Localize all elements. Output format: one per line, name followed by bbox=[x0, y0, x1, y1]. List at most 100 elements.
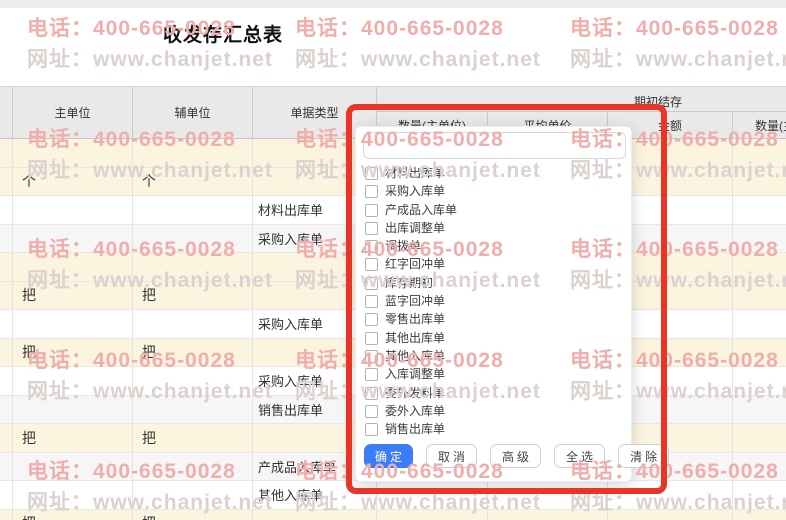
option-checkbox-icon[interactable] bbox=[365, 349, 378, 363]
doc-type-option[interactable]: 其他入库单 bbox=[365, 349, 457, 363]
doc-type-cell: 其他入库单 bbox=[253, 481, 377, 509]
option-checkbox-icon[interactable] bbox=[365, 313, 378, 327]
amount-cell bbox=[608, 509, 733, 520]
option-checkbox-icon[interactable] bbox=[365, 276, 378, 290]
row-spacer-cell bbox=[0, 253, 13, 281]
qty-aux-cell bbox=[733, 225, 786, 253]
aux-unit-cell bbox=[133, 253, 253, 281]
select-all-button[interactable]: 全选 bbox=[554, 444, 606, 468]
doc-type-option[interactable]: 产成品入库单 bbox=[365, 202, 458, 217]
main-unit-cell bbox=[13, 196, 133, 224]
qty-aux-cell bbox=[733, 367, 786, 395]
qty-aux-cell bbox=[733, 168, 786, 196]
option-checkbox-icon[interactable] bbox=[365, 258, 378, 272]
aux-unit-cell: 把 bbox=[133, 509, 253, 520]
ok-button[interactable]: 确定 bbox=[364, 444, 414, 468]
option-checkbox-icon[interactable] bbox=[365, 368, 378, 382]
qty-aux-cell bbox=[733, 196, 786, 224]
option-checkbox-icon[interactable] bbox=[365, 203, 378, 217]
qty-aux-cell bbox=[733, 453, 786, 481]
filter-search-input[interactable] bbox=[363, 132, 626, 159]
option-label: 材料出库单 bbox=[385, 166, 446, 180]
page-title: 收发存汇总表 bbox=[163, 25, 284, 46]
qty-aux-cell bbox=[733, 253, 786, 281]
doc-type-option[interactable]: 委外发料单 bbox=[365, 385, 457, 400]
main-unit-cell bbox=[13, 481, 133, 509]
qty-aux-cell bbox=[733, 396, 786, 424]
doc-type-option[interactable]: 采购入库单 bbox=[365, 185, 457, 199]
row-spacer-cell bbox=[0, 196, 13, 224]
header-opening-balance-label: 期初结存 bbox=[634, 95, 683, 109]
qty-aux-cell bbox=[733, 339, 786, 367]
header-spacer-cell bbox=[0, 87, 13, 138]
avg-price-cell bbox=[488, 509, 608, 520]
table-row[interactable]: 把 把 bbox=[0, 509, 786, 520]
main-unit-cell: 个 bbox=[13, 167, 133, 195]
doc-type-option[interactable]: 其他出库单 bbox=[365, 330, 457, 345]
aux-unit-cell: 把 bbox=[133, 338, 253, 366]
aux-unit-cell: 把 bbox=[133, 281, 253, 309]
main-unit-cell bbox=[13, 452, 133, 480]
option-label: 委外发料单 bbox=[385, 385, 446, 400]
option-checkbox-icon[interactable] bbox=[365, 423, 378, 437]
doc-type-option[interactable]: 调拨单 bbox=[365, 239, 457, 254]
doc-type-option[interactable]: 材料出库单 bbox=[365, 167, 457, 180]
qty-aux-cell bbox=[733, 510, 786, 520]
doc-type-option[interactable]: 出库调整单 bbox=[365, 221, 457, 235]
main-unit-cell bbox=[13, 367, 133, 395]
qty-aux-cell bbox=[733, 139, 786, 167]
option-label: 其他出库单 bbox=[385, 330, 446, 345]
header-aux-unit: 辅单位 bbox=[133, 87, 253, 138]
doc-type-option[interactable]: 委外入库单 bbox=[365, 403, 457, 418]
main-unit-cell: 把 bbox=[13, 424, 133, 452]
option-label: 委外入库单 bbox=[385, 403, 446, 418]
doc-type-option[interactable]: 库存期初 bbox=[365, 276, 457, 290]
aux-unit-cell bbox=[133, 310, 253, 338]
advanced-button[interactable]: 高级 bbox=[490, 444, 542, 468]
doc-type-option[interactable]: 蓝字回冲单 bbox=[365, 295, 457, 309]
dialog-button-row: 确定 取消 高级 全选 清除 bbox=[364, 444, 670, 468]
row-spacer-cell bbox=[0, 167, 13, 195]
option-label: 红字回冲单 bbox=[385, 257, 446, 272]
table-row[interactable]: 其他入库单 bbox=[0, 481, 786, 510]
clear-button[interactable]: 清除 bbox=[618, 444, 670, 468]
option-label: 产成品入库单 bbox=[385, 202, 458, 217]
qty-aux-cell bbox=[733, 282, 786, 310]
option-checkbox-icon[interactable] bbox=[365, 221, 378, 235]
option-checkbox-icon[interactable] bbox=[365, 185, 378, 199]
watermark-phone: 电话：400-665-0028 bbox=[295, 17, 504, 40]
aux-unit-cell bbox=[133, 224, 253, 252]
row-spacer-cell bbox=[0, 509, 13, 520]
main-unit-cell bbox=[13, 395, 133, 423]
row-spacer-cell bbox=[0, 338, 13, 366]
cancel-button[interactable]: 取消 bbox=[426, 444, 478, 468]
option-checkbox-icon[interactable] bbox=[365, 331, 378, 345]
qty-main-cell bbox=[377, 509, 488, 520]
option-label: 零售出库单 bbox=[385, 312, 446, 327]
row-spacer-cell bbox=[0, 481, 13, 509]
qty-aux-cell bbox=[733, 310, 786, 338]
doc-type-option[interactable]: 销售出库单 bbox=[365, 423, 457, 437]
option-checkbox-icon[interactable] bbox=[365, 295, 378, 309]
option-checkbox-icon[interactable] bbox=[365, 404, 378, 418]
main-unit-cell bbox=[13, 253, 133, 281]
watermark-web: 网址：www.chanjet.net bbox=[27, 48, 273, 71]
qty-aux-cell bbox=[733, 424, 786, 452]
doc-type-option[interactable]: 入库调整单 bbox=[365, 368, 457, 382]
main-unit-cell bbox=[13, 224, 133, 252]
window-top-strip bbox=[0, 0, 786, 8]
doc-type-option[interactable]: 零售出库单 bbox=[365, 312, 457, 327]
option-label: 调拨单 bbox=[385, 239, 422, 254]
row-spacer-cell bbox=[0, 367, 13, 395]
row-spacer-cell bbox=[0, 310, 13, 338]
row-spacer-cell bbox=[0, 139, 13, 167]
option-checkbox-icon[interactable] bbox=[365, 167, 378, 180]
option-checkbox-icon[interactable] bbox=[365, 240, 378, 254]
main-unit-cell: 把 bbox=[13, 338, 133, 366]
watermark-web: 网址：www.chanjet.net bbox=[570, 48, 786, 71]
amount-cell bbox=[608, 481, 733, 509]
header-qty-aux: 数量(主单位) bbox=[755, 118, 786, 133]
aux-unit-cell bbox=[133, 139, 253, 167]
option-checkbox-icon[interactable] bbox=[365, 386, 378, 400]
doc-type-option[interactable]: 红字回冲单 bbox=[365, 257, 457, 272]
